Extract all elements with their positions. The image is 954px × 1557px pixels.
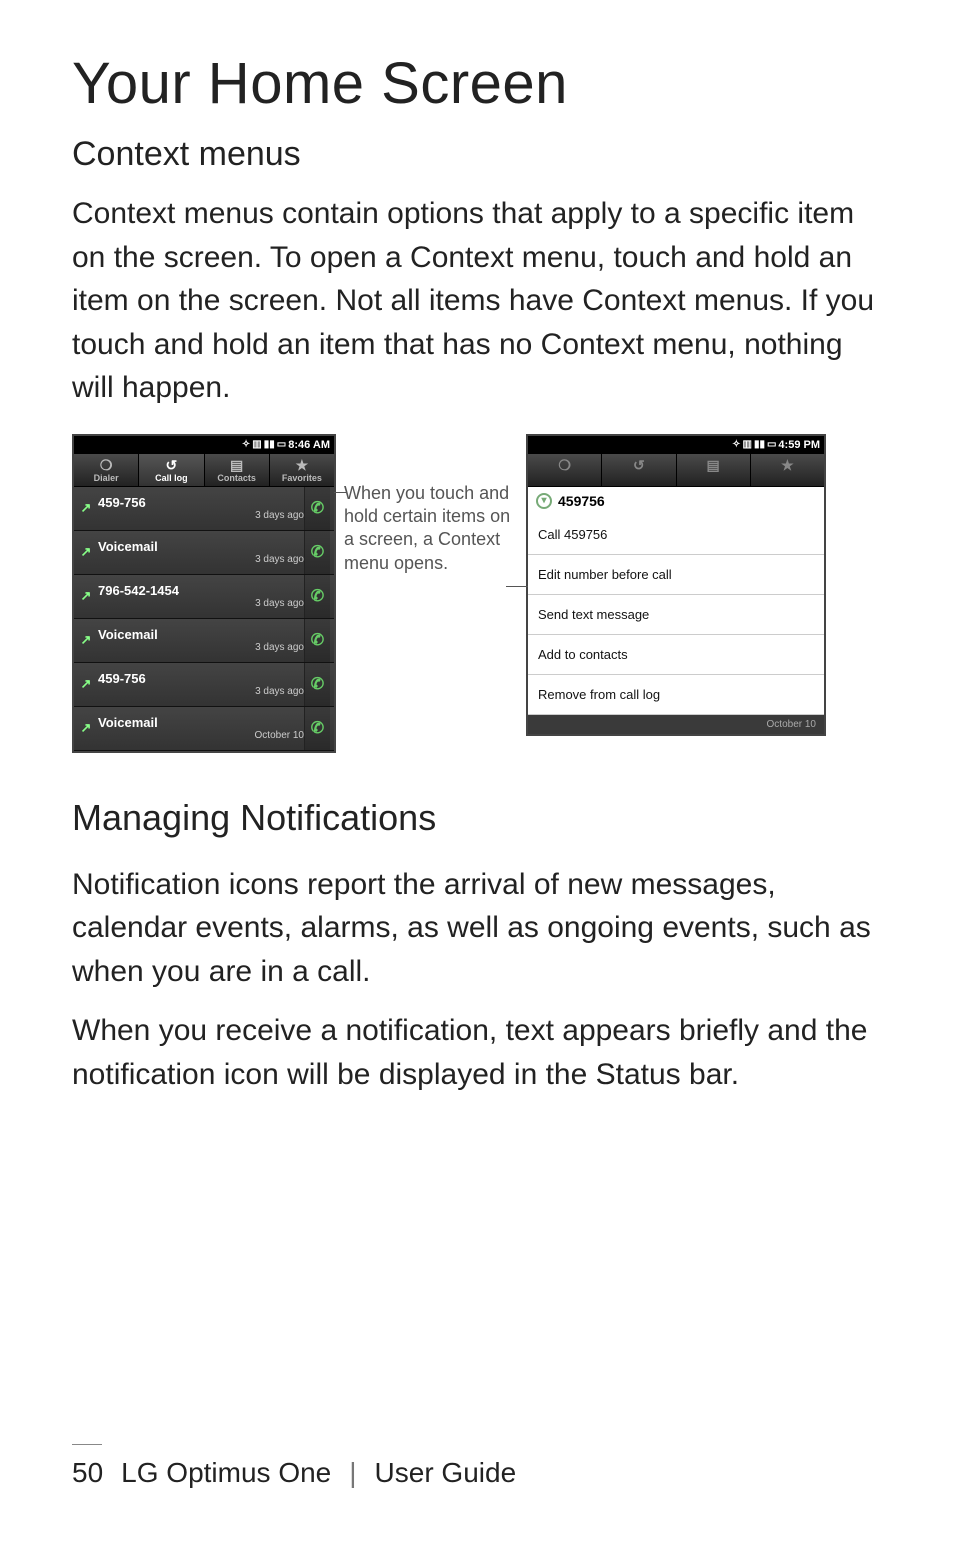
call-log-icon: ↺	[139, 458, 203, 472]
dial-button[interactable]: ✆	[304, 619, 330, 662]
callout-connector-left	[334, 492, 346, 493]
log-time-ago: 3 days ago	[98, 686, 304, 697]
tab-dialer[interactable]: ❍ Dialer	[74, 454, 139, 486]
log-time-ago: October 10	[98, 730, 304, 741]
tab-call-log[interactable]: ↺ Call log	[139, 454, 204, 486]
outgoing-icon: ↗	[78, 544, 94, 560]
outgoing-icon: ↗	[78, 500, 94, 516]
callout-connector-right	[506, 586, 528, 587]
battery-icon: ▭	[277, 439, 286, 450]
log-number: Voicemail	[98, 539, 304, 554]
tab-favorites[interactable]: ★ Favorites	[270, 454, 334, 486]
section-managing-notifications-body-2: When you receive a notification, text ap…	[72, 1009, 882, 1096]
footer-product: LG Optimus One	[121, 1457, 331, 1489]
callout-column: When you touch and hold certain items on…	[336, 434, 526, 576]
footer-rule	[72, 1444, 102, 1445]
star-icon: ★	[270, 458, 334, 472]
context-menu-item-add-contact[interactable]: Add to contacts	[528, 635, 824, 675]
log-time-ago: 3 days ago	[98, 642, 304, 653]
status-time: 8:46 AM	[288, 439, 330, 451]
log-time-ago: 3 days ago	[98, 554, 304, 565]
contacts-icon: ▤	[677, 458, 750, 472]
call-log-row[interactable]: ↗ Voicemail October 10 ✆	[74, 707, 334, 751]
battery-icon: ▭	[767, 439, 776, 450]
call-log-row[interactable]: ↗ Voicemail 3 days ago ✆	[74, 619, 334, 663]
right-phone-screenshot: ✧ ▥ ▮▮ ▭ 4:59 PM ❍ ↺ ▤ ★ ▾ 459756 Call 4…	[526, 434, 826, 736]
tab-label: Favorites	[282, 473, 322, 483]
context-menu-item-remove[interactable]: Remove from call log	[528, 675, 824, 715]
status-bar: ✧ ▥ ▮▮ ▭ 4:59 PM	[528, 436, 824, 454]
tab-label: Call log	[155, 473, 188, 483]
section-context-menus-title: Context menus	[72, 135, 882, 174]
section-managing-notifications-body-1: Notification icons report the arrival of…	[72, 863, 882, 994]
log-number: Voicemail	[98, 627, 304, 642]
data-icon: ▥	[743, 439, 752, 450]
tab-contacts[interactable]: ▤ Contacts	[205, 454, 270, 486]
call-log-row[interactable]: ↗ Voicemail 3 days ago ✆	[74, 531, 334, 575]
call-log-icon: ↺	[602, 458, 675, 472]
call-log-row[interactable]: ↗ 796-542-1454 3 days ago ✆	[74, 575, 334, 619]
dialer-icon: ❍	[74, 458, 138, 472]
log-number: 459-756	[98, 495, 304, 510]
context-menu-item-edit[interactable]: Edit number before call	[528, 555, 824, 595]
dropdown-icon: ▾	[536, 493, 552, 509]
outgoing-icon: ↗	[78, 588, 94, 604]
vibrate-icon: ✧	[732, 439, 740, 450]
dialer-icon: ❍	[528, 458, 601, 472]
status-time: 4:59 PM	[778, 439, 820, 451]
call-log-list: ↗ 459-756 3 days ago ✆ ↗ Voicemail 3 day…	[74, 487, 334, 751]
context-menu-list: Call 459756 Edit number before call Send…	[528, 515, 824, 715]
page-number: 50	[72, 1457, 103, 1489]
tab-label: Contacts	[217, 473, 256, 483]
outgoing-icon: ↗	[78, 720, 94, 736]
callout-text: When you touch and hold certain items on…	[344, 482, 518, 576]
tab-contacts: ▤	[677, 454, 751, 486]
tab-favorites: ★	[751, 454, 824, 486]
page-footer: 50 LG Optimus One | User Guide	[0, 1444, 954, 1489]
outgoing-icon: ↗	[78, 632, 94, 648]
footer-doc-title: User Guide	[375, 1457, 517, 1489]
log-number: Voicemail	[98, 715, 304, 730]
footer-separator: |	[349, 1457, 356, 1489]
log-number: 459-756	[98, 671, 304, 686]
dial-button[interactable]: ✆	[304, 575, 330, 618]
data-icon: ▥	[252, 439, 261, 450]
page-title: Your Home Screen	[72, 50, 882, 117]
dial-button[interactable]: ✆	[304, 531, 330, 574]
log-number: 796-542-1454	[98, 583, 304, 598]
call-log-row[interactable]: ↗ 459-756 3 days ago ✆	[74, 663, 334, 707]
signal-icon: ▮▮	[264, 439, 275, 450]
context-menu-item-call[interactable]: Call 459756	[528, 515, 824, 555]
section-managing-notifications-title: Managing Notifications	[72, 797, 882, 839]
status-bar: ✧ ▥ ▮▮ ▭ 8:46 AM	[74, 436, 334, 454]
section-context-menus-body: Context menus contain options that apply…	[72, 192, 882, 410]
log-time-ago: 3 days ago	[98, 510, 304, 521]
footer-date: October 10	[767, 719, 816, 730]
outgoing-icon: ↗	[78, 676, 94, 692]
log-time-ago: 3 days ago	[98, 598, 304, 609]
signal-icon: ▮▮	[754, 439, 765, 450]
dial-button[interactable]: ✆	[304, 487, 330, 530]
tab-label: Dialer	[94, 473, 119, 483]
context-menu-header: ▾ 459756	[528, 487, 824, 515]
left-phone-screenshot: ✧ ▥ ▮▮ ▭ 8:46 AM ❍ Dialer ↺ Call log ▤ C…	[72, 434, 336, 753]
call-log-row[interactable]: ↗ 459-756 3 days ago ✆	[74, 487, 334, 531]
tab-call-log: ↺	[602, 454, 676, 486]
dial-button[interactable]: ✆	[304, 707, 330, 750]
phone-tabs-dimmed: ❍ ↺ ▤ ★	[528, 454, 824, 487]
contacts-icon: ▤	[205, 458, 269, 472]
vibrate-icon: ✧	[242, 439, 250, 450]
screenshot-composite: ✧ ▥ ▮▮ ▭ 8:46 AM ❍ Dialer ↺ Call log ▤ C…	[72, 434, 882, 753]
phone-tabs: ❍ Dialer ↺ Call log ▤ Contacts ★ Favorit…	[74, 454, 334, 487]
tab-dialer: ❍	[528, 454, 602, 486]
context-menu-title: 459756	[558, 493, 605, 509]
dial-button[interactable]: ✆	[304, 663, 330, 706]
context-menu-footer: October 10	[528, 715, 824, 734]
context-menu-item-send-text[interactable]: Send text message	[528, 595, 824, 635]
star-icon: ★	[751, 458, 824, 472]
